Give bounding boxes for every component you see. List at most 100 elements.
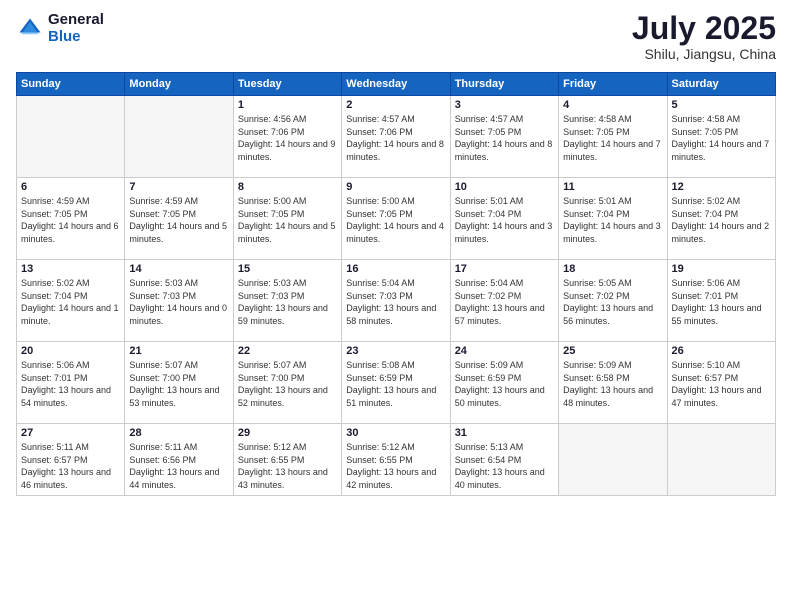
day-detail: Sunrise: 4:58 AMSunset: 7:05 PMDaylight:… <box>563 113 662 163</box>
day-cell <box>125 96 233 178</box>
day-cell: 11 Sunrise: 5:01 AMSunset: 7:04 PMDayligh… <box>559 178 667 260</box>
day-detail: Sunrise: 5:05 AMSunset: 7:02 PMDaylight:… <box>563 277 662 327</box>
day-detail: Sunrise: 4:59 AMSunset: 7:05 PMDaylight:… <box>129 195 228 245</box>
day-number: 9 <box>346 181 445 193</box>
day-number: 17 <box>455 263 554 275</box>
day-cell: 6 Sunrise: 4:59 AMSunset: 7:05 PMDaylight… <box>17 178 125 260</box>
weekday-header-tuesday: Tuesday <box>233 73 341 96</box>
day-cell: 28Sunrise: 5:11 AMSunset: 6:56 PMDayligh… <box>125 424 233 496</box>
day-number: 21 <box>129 345 228 357</box>
day-detail: Sunrise: 5:09 AMSunset: 6:59 PMDaylight:… <box>455 359 554 409</box>
day-number: 12 <box>672 181 771 193</box>
day-number: 16 <box>346 263 445 275</box>
day-cell: 4 Sunrise: 4:58 AMSunset: 7:05 PMDaylight… <box>559 96 667 178</box>
day-detail: Sunrise: 5:01 AMSunset: 7:04 PMDaylight:… <box>455 195 554 245</box>
day-number: 11 <box>563 181 662 193</box>
day-cell: 25 Sunrise: 5:09 AMSunset: 6:58 PMDayligh… <box>559 342 667 424</box>
day-number: 4 <box>563 99 662 111</box>
day-number: 23 <box>346 345 445 357</box>
weekday-header-monday: Monday <box>125 73 233 96</box>
day-number: 6 <box>21 181 120 193</box>
title-area: July 2025 Shilu, Jiangsu, China <box>632 12 776 62</box>
day-number: 10 <box>455 181 554 193</box>
day-number: 3 <box>455 99 554 111</box>
day-number: 8 <box>238 181 337 193</box>
day-cell: 5Sunrise: 4:58 AMSunset: 7:05 PMDaylight… <box>667 96 775 178</box>
weekday-header-saturday: Saturday <box>667 73 775 96</box>
day-cell: 18Sunrise: 5:05 AMSunset: 7:02 PMDayligh… <box>559 260 667 342</box>
day-cell: 10 Sunrise: 5:01 AMSunset: 7:04 PMDayligh… <box>450 178 558 260</box>
day-detail: Sunrise: 5:04 AMSunset: 7:02 PMDaylight:… <box>455 277 554 327</box>
weekday-header-friday: Friday <box>559 73 667 96</box>
day-number: 28 <box>129 427 228 439</box>
day-cell: 20 Sunrise: 5:06 AMSunset: 7:01 PMDayligh… <box>17 342 125 424</box>
day-detail: Sunrise: 4:57 AMSunset: 7:06 PMDaylight:… <box>346 113 445 163</box>
day-cell: 3Sunrise: 4:57 AMSunset: 7:05 PMDaylight… <box>450 96 558 178</box>
day-cell: 22 Sunrise: 5:07 AMSunset: 7:00 PMDayligh… <box>233 342 341 424</box>
day-detail: Sunrise: 5:07 AMSunset: 7:00 PMDaylight:… <box>238 359 337 409</box>
day-cell: 13 Sunrise: 5:02 AMSunset: 7:04 PMDayligh… <box>17 260 125 342</box>
day-detail: Sunrise: 5:02 AMSunset: 7:04 PMDaylight:… <box>21 277 120 327</box>
day-detail: Sunrise: 5:02 AMSunset: 7:04 PMDaylight:… <box>672 195 771 245</box>
day-detail: Sunrise: 5:06 AMSunset: 7:01 PMDaylight:… <box>21 359 120 409</box>
day-cell: 1 Sunrise: 4:56 AMSunset: 7:06 PMDaylight… <box>233 96 341 178</box>
day-detail: Sunrise: 5:10 AMSunset: 6:57 PMDaylight:… <box>672 359 771 409</box>
day-detail: Sunrise: 5:07 AMSunset: 7:00 PMDaylight:… <box>129 359 228 409</box>
week-row-1: 1 Sunrise: 4:56 AMSunset: 7:06 PMDaylight… <box>17 96 776 178</box>
day-cell: 8 Sunrise: 5:00 AMSunset: 7:05 PMDaylight… <box>233 178 341 260</box>
day-number: 1 <box>238 99 337 111</box>
week-row-3: 13 Sunrise: 5:02 AMSunset: 7:04 PMDayligh… <box>17 260 776 342</box>
day-number: 30 <box>346 427 445 439</box>
day-detail: Sunrise: 5:00 AMSunset: 7:05 PMDaylight:… <box>238 195 337 245</box>
week-row-4: 20 Sunrise: 5:06 AMSunset: 7:01 PMDayligh… <box>17 342 776 424</box>
day-number: 20 <box>21 345 120 357</box>
month-title: July 2025 <box>632 12 776 44</box>
day-number: 25 <box>563 345 662 357</box>
day-cell: 29Sunrise: 5:12 AMSunset: 6:55 PMDayligh… <box>233 424 341 496</box>
day-detail: Sunrise: 5:13 AMSunset: 6:54 PMDaylight:… <box>455 441 554 491</box>
day-detail: Sunrise: 5:01 AMSunset: 7:04 PMDaylight:… <box>563 195 662 245</box>
day-number: 13 <box>21 263 120 275</box>
logo-general-text: General <box>48 12 104 29</box>
day-cell: 15Sunrise: 5:03 AMSunset: 7:03 PMDayligh… <box>233 260 341 342</box>
day-cell: 16Sunrise: 5:04 AMSunset: 7:03 PMDayligh… <box>342 260 450 342</box>
day-cell: 26 Sunrise: 5:10 AMSunset: 6:57 PMDayligh… <box>667 342 775 424</box>
day-detail: Sunrise: 5:12 AMSunset: 6:55 PMDaylight:… <box>346 441 445 491</box>
day-cell <box>17 96 125 178</box>
logo: General Blue <box>16 12 104 45</box>
day-number: 26 <box>672 345 771 357</box>
location: Shilu, Jiangsu, China <box>632 46 776 62</box>
day-cell: 19 Sunrise: 5:06 AMSunset: 7:01 PMDayligh… <box>667 260 775 342</box>
day-number: 5 <box>672 99 771 111</box>
day-number: 31 <box>455 427 554 439</box>
day-cell: 27 Sunrise: 5:11 AMSunset: 6:57 PMDayligh… <box>17 424 125 496</box>
day-cell: 21 Sunrise: 5:07 AMSunset: 7:00 PMDayligh… <box>125 342 233 424</box>
weekday-header-sunday: Sunday <box>17 73 125 96</box>
day-number: 24 <box>455 345 554 357</box>
day-cell: 30 Sunrise: 5:12 AMSunset: 6:55 PMDayligh… <box>342 424 450 496</box>
day-number: 7 <box>129 181 228 193</box>
day-detail: Sunrise: 5:08 AMSunset: 6:59 PMDaylight:… <box>346 359 445 409</box>
day-detail: Sunrise: 5:00 AMSunset: 7:05 PMDaylight:… <box>346 195 445 245</box>
day-detail: Sunrise: 5:09 AMSunset: 6:58 PMDaylight:… <box>563 359 662 409</box>
day-number: 14 <box>129 263 228 275</box>
day-detail: Sunrise: 5:12 AMSunset: 6:55 PMDaylight:… <box>238 441 337 491</box>
day-number: 22 <box>238 345 337 357</box>
day-detail: Sunrise: 5:06 AMSunset: 7:01 PMDaylight:… <box>672 277 771 327</box>
day-detail: Sunrise: 4:59 AMSunset: 7:05 PMDaylight:… <box>21 195 120 245</box>
weekday-header-row: SundayMondayTuesdayWednesdayThursdayFrid… <box>17 73 776 96</box>
logo-icon <box>16 15 44 43</box>
day-detail: Sunrise: 5:11 AMSunset: 6:57 PMDaylight:… <box>21 441 120 491</box>
day-cell: 12 Sunrise: 5:02 AMSunset: 7:04 PMDayligh… <box>667 178 775 260</box>
day-cell <box>667 424 775 496</box>
day-cell: 17 Sunrise: 5:04 AMSunset: 7:02 PMDayligh… <box>450 260 558 342</box>
day-cell: 7 Sunrise: 4:59 AMSunset: 7:05 PMDaylight… <box>125 178 233 260</box>
day-cell: 9 Sunrise: 5:00 AMSunset: 7:05 PMDaylight… <box>342 178 450 260</box>
day-number: 27 <box>21 427 120 439</box>
day-detail: Sunrise: 4:56 AMSunset: 7:06 PMDaylight:… <box>238 113 337 163</box>
day-detail: Sunrise: 5:03 AMSunset: 7:03 PMDaylight:… <box>238 277 337 327</box>
day-detail: Sunrise: 5:03 AMSunset: 7:03 PMDaylight:… <box>129 277 228 327</box>
week-row-2: 6 Sunrise: 4:59 AMSunset: 7:05 PMDaylight… <box>17 178 776 260</box>
day-number: 19 <box>672 263 771 275</box>
day-cell <box>559 424 667 496</box>
